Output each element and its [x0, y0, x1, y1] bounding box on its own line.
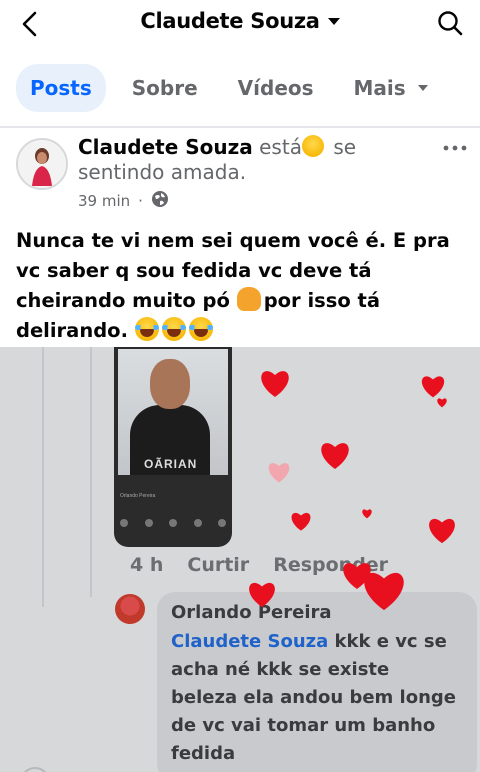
- tab-label: Vídeos: [237, 76, 314, 100]
- tab-mais[interactable]: Mais: [340, 64, 442, 112]
- post-time[interactable]: 39 min: [78, 192, 130, 210]
- comment-photo: OÃRIAN Orlando Pereira: [114, 347, 232, 547]
- tab-sobre[interactable]: Sobre: [118, 64, 212, 112]
- post-header-text: Claudete Souza está se sentindo amada.: [78, 135, 418, 185]
- person-face: [150, 359, 190, 409]
- mention: Claudete Souza: [171, 631, 329, 652]
- person-shrugging-icon: [236, 287, 261, 311]
- tears-of-joy-icon: [188, 317, 213, 341]
- profile-tabs: Posts Sobre Vídeos Mais: [0, 62, 480, 114]
- shirt-text: OÃRIAN: [144, 457, 198, 471]
- heart-icon: [429, 518, 455, 544]
- top-bar: Claudete Souza: [0, 0, 480, 50]
- post-image[interactable]: OÃRIAN Orlando Pereira 4 h Curtir Respon…: [0, 347, 480, 772]
- post-author[interactable]: Claudete Souza: [78, 135, 253, 159]
- like-button: Curtir: [187, 554, 250, 576]
- avatar: [20, 767, 50, 772]
- tab-label: Posts: [30, 76, 92, 100]
- photo-caption: Orlando Pereira: [120, 493, 156, 499]
- divider: [0, 126, 480, 128]
- thread-line: [90, 347, 92, 597]
- page-title-dropdown[interactable]: Claudete Souza: [0, 9, 480, 33]
- tab-label: Sobre: [131, 76, 198, 100]
- heart-icon: [362, 509, 372, 519]
- heart-icon: [321, 443, 349, 469]
- page-title: Claudete Souza: [140, 9, 320, 33]
- post-text-part1: Nunca te vi nem sei quem você é. E pra v…: [16, 229, 450, 312]
- photo-toolbar: [120, 519, 226, 527]
- heart-icon: [249, 582, 275, 608]
- avatar[interactable]: [16, 138, 68, 190]
- heart-icon: [261, 371, 289, 397]
- separator-dot: ·: [138, 192, 143, 210]
- tab-label: Mais: [353, 76, 406, 100]
- comment-time: 4 h: [130, 554, 164, 576]
- tears-of-joy-icon: [134, 317, 159, 341]
- smiling-face-with-hearts-icon: [301, 135, 324, 157]
- post-meta: 39 min ·: [78, 190, 169, 212]
- feeling-prefix: está: [259, 135, 302, 159]
- chevron-down-icon: [417, 85, 428, 91]
- globe-icon: [151, 190, 169, 212]
- comment-text: Claudete Souza kkk e vc se acha né kkk s…: [171, 628, 461, 768]
- thread-line: [42, 347, 44, 607]
- tab-videos[interactable]: Vídeos: [224, 64, 328, 112]
- avatar: [115, 594, 145, 624]
- heart-icon: [421, 376, 445, 398]
- heart-icon: [268, 463, 290, 483]
- tab-posts[interactable]: Posts: [16, 64, 106, 112]
- heart-icon: [437, 398, 447, 408]
- search-icon[interactable]: [436, 9, 464, 37]
- heart-icon: [364, 572, 404, 611]
- heart-icon: [291, 512, 311, 531]
- chevron-down-icon: [327, 18, 340, 26]
- tears-of-joy-icon: [161, 317, 186, 341]
- more-options-icon[interactable]: [440, 138, 470, 158]
